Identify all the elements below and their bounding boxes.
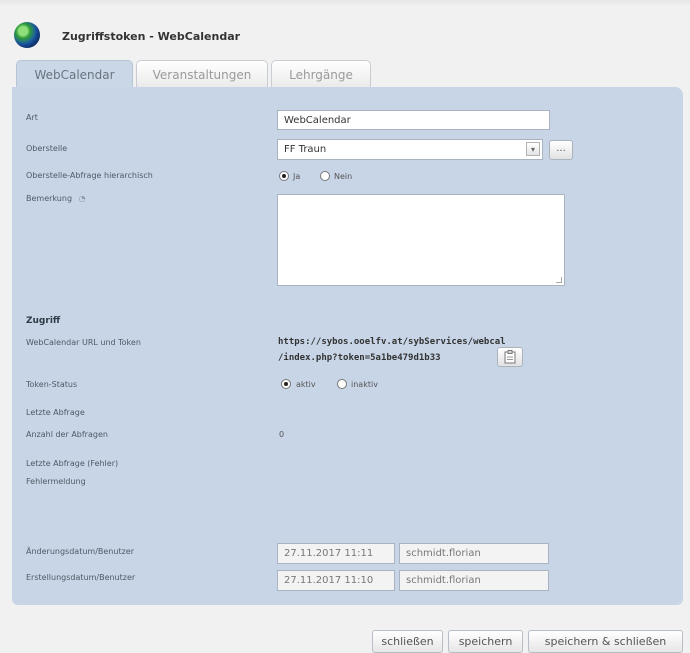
bemerkung-label-text: Bemerkung — [26, 194, 73, 203]
url-label: WebCalendar URL und Token — [26, 338, 141, 347]
speech-icon: ◔ — [78, 194, 86, 203]
window-title: Zugriffstoken - WebCalendar — [62, 30, 241, 43]
oberstelle-label: Oberstelle — [26, 144, 68, 153]
zugriff-heading: Zugriff — [26, 316, 61, 326]
hierarchisch-ja-radio[interactable] — [279, 171, 289, 181]
close-button[interactable]: schließen — [372, 630, 443, 653]
art-label: Art — [26, 113, 38, 122]
aenderung-user-field: schmidt.florian — [399, 543, 549, 564]
clipboard-icon — [504, 350, 516, 364]
art-field[interactable]: WebCalendar — [277, 110, 550, 130]
copy-url-button[interactable] — [497, 347, 523, 367]
bemerkung-textarea[interactable] — [277, 194, 565, 286]
fehlermeldung-label: Fehlermeldung — [26, 477, 86, 486]
url-line-2: /index.php?token=5a1be479d1b33 — [278, 353, 441, 363]
erstellung-label: Erstellungsdatum/Benutzer — [26, 573, 136, 582]
oberstelle-select[interactable]: FF Traun ▾ — [277, 139, 543, 160]
save-and-close-button[interactable]: speichern & schließen — [528, 630, 683, 653]
chevron-down-icon[interactable]: ▾ — [526, 142, 540, 156]
save-button[interactable]: speichern — [448, 630, 523, 653]
tab-lehrgaenge[interactable]: Lehrgänge — [271, 60, 371, 89]
tab-veranstaltungen[interactable]: Veranstaltungen — [136, 60, 268, 89]
hierarchisch-ja-label: Ja — [293, 172, 301, 181]
hierarchisch-nein-label: Nein — [334, 172, 353, 181]
letzte-abfrage-label: Letzte Abfrage — [26, 408, 85, 417]
oberstelle-value: FF Traun — [284, 144, 327, 155]
status-inaktiv-label: inaktiv — [351, 380, 378, 389]
letzte-fehler-label: Letzte Abfrage (Fehler) — [26, 459, 119, 468]
status-aktiv-label: aktiv — [296, 380, 316, 389]
erstellung-user-field: schmidt.florian — [399, 570, 549, 591]
anzahl-value: 0 — [279, 430, 285, 439]
status-aktiv-radio[interactable] — [281, 379, 291, 389]
url-line-1: https://sybos.ooelfv.at/sybServices/webc… — [278, 337, 506, 347]
hierarchisch-label: Oberstelle-Abfrage hierarchisch — [26, 171, 153, 180]
globe-icon — [14, 22, 40, 48]
erstellung-date-field: 27.11.2017 11:10 — [277, 570, 395, 591]
aenderung-label: Änderungsdatum/Benutzer — [26, 547, 134, 556]
status-inaktiv-radio[interactable] — [337, 379, 347, 389]
hierarchisch-nein-radio[interactable] — [320, 171, 330, 181]
aenderung-date-field: 27.11.2017 11:11 — [277, 543, 395, 564]
top-border — [0, 0, 690, 8]
resize-handle-icon[interactable] — [556, 277, 562, 283]
title-bar: Zugriffstoken - WebCalendar — [0, 8, 690, 52]
anzahl-label: Anzahl der Abfragen — [26, 430, 108, 439]
token-status-label: Token-Status — [26, 380, 78, 389]
oberstelle-browse-button[interactable]: ... — [549, 140, 573, 160]
bemerkung-label: Bemerkung ◔ — [26, 194, 86, 203]
